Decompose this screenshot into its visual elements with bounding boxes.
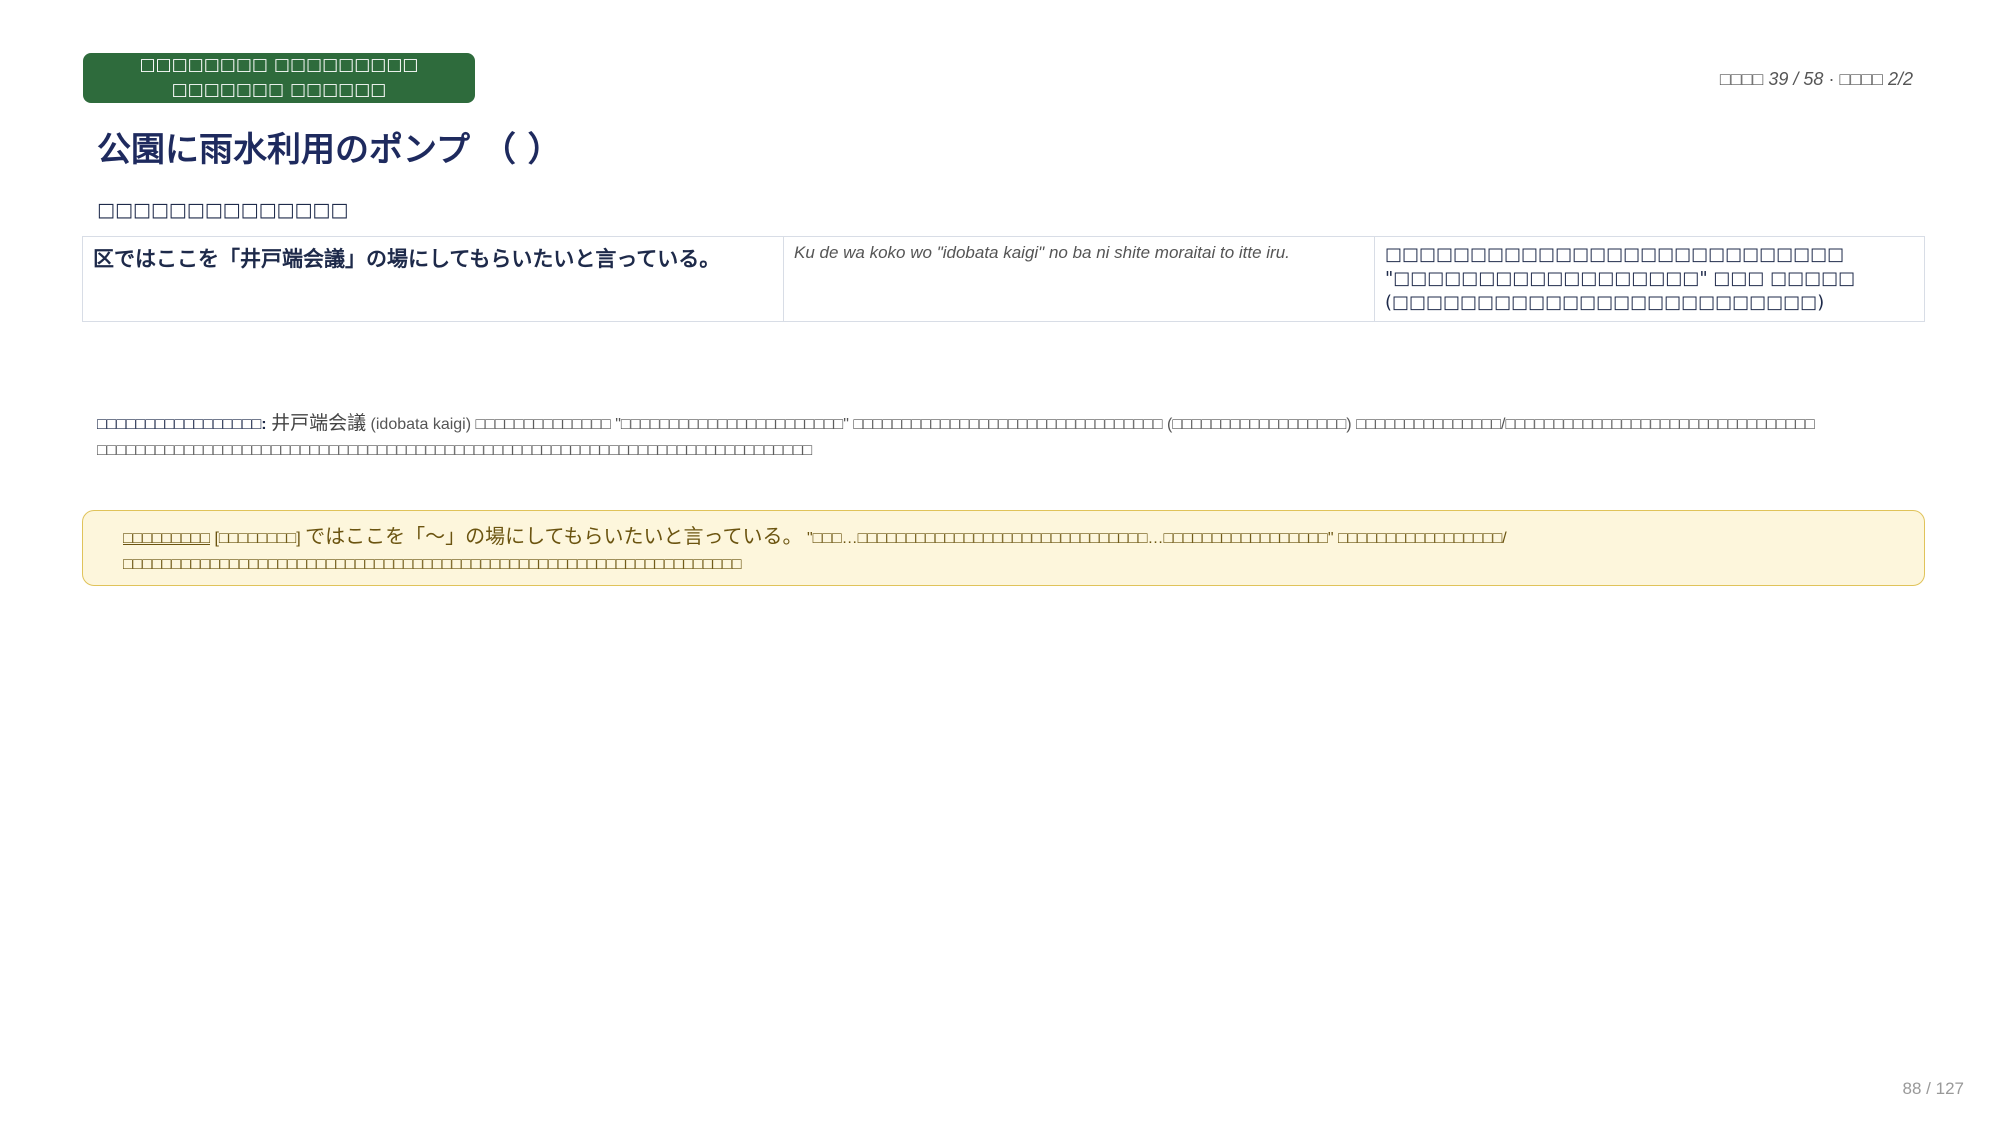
- table-row: 区ではここを「井戸端会議」の場にしてもらいたいと言っている。 Ku de wa …: [82, 236, 1925, 322]
- progress-count: 39 / 58: [1768, 69, 1824, 89]
- progress-prefix: □□□□: [1719, 69, 1764, 89]
- romaji-sentence: Ku de wa koko wo "idobata kaigi" no ba n…: [783, 236, 1375, 322]
- english-translation: □□□□□□□□□□□□□□□□□□□□□□□□□□□ "□□□□□□□□□□□…: [1374, 236, 1925, 322]
- sentence-table: 区ではここを「井戸端会議」の場にしてもらいたいと言っている。 Ku de wa …: [82, 236, 1925, 322]
- grammar-note-pattern: ではここを「～」の場にしてもらいたいと言っている。: [305, 524, 803, 548]
- vocab-reading: (idobata kaigi): [370, 416, 472, 433]
- grammar-note-label: □□□□□□□□□: [123, 530, 210, 547]
- lesson-badge: □□□□□□□□ □□□□□□□□□ □□□□□□□ □□□□□□: [83, 53, 475, 103]
- progress-part: 2/2: [1887, 69, 1913, 89]
- vocab-term: 井戸端会議: [271, 412, 367, 434]
- vocab-note: □□□□□□□□□□□□□□□□□: 井戸端会議 (idobata kaigi)…: [97, 410, 1907, 464]
- page-title: 公園に雨水利用のポンプ （ ）: [97, 130, 562, 170]
- lesson-badge-label: □□□□□□□□ □□□□□□□□□ □□□□□□□ □□□□□□: [139, 55, 419, 100]
- page-number: 88 / 127: [1902, 1079, 1964, 1098]
- grammar-note-box: □□□□□□□□□ [□□□□□□□□] ではここを「～」の場にしてもらいたいと…: [82, 510, 1925, 586]
- progress-part-label: □□□□: [1839, 69, 1883, 89]
- section-label: □□□□□□□□□□□□□□: [97, 199, 349, 221]
- grammar-note-bracket: [□□□□□□□□]: [214, 530, 301, 547]
- vocab-label: □□□□□□□□□□□□□□□□□:: [97, 416, 267, 433]
- progress-indicator: □□□□ 39 / 58 · □□□□ 2/2: [1720, 69, 1913, 90]
- progress-separator: ·: [1828, 69, 1835, 89]
- japanese-sentence: 区ではここを「井戸端会議」の場にしてもらいたいと言っている。: [82, 236, 784, 322]
